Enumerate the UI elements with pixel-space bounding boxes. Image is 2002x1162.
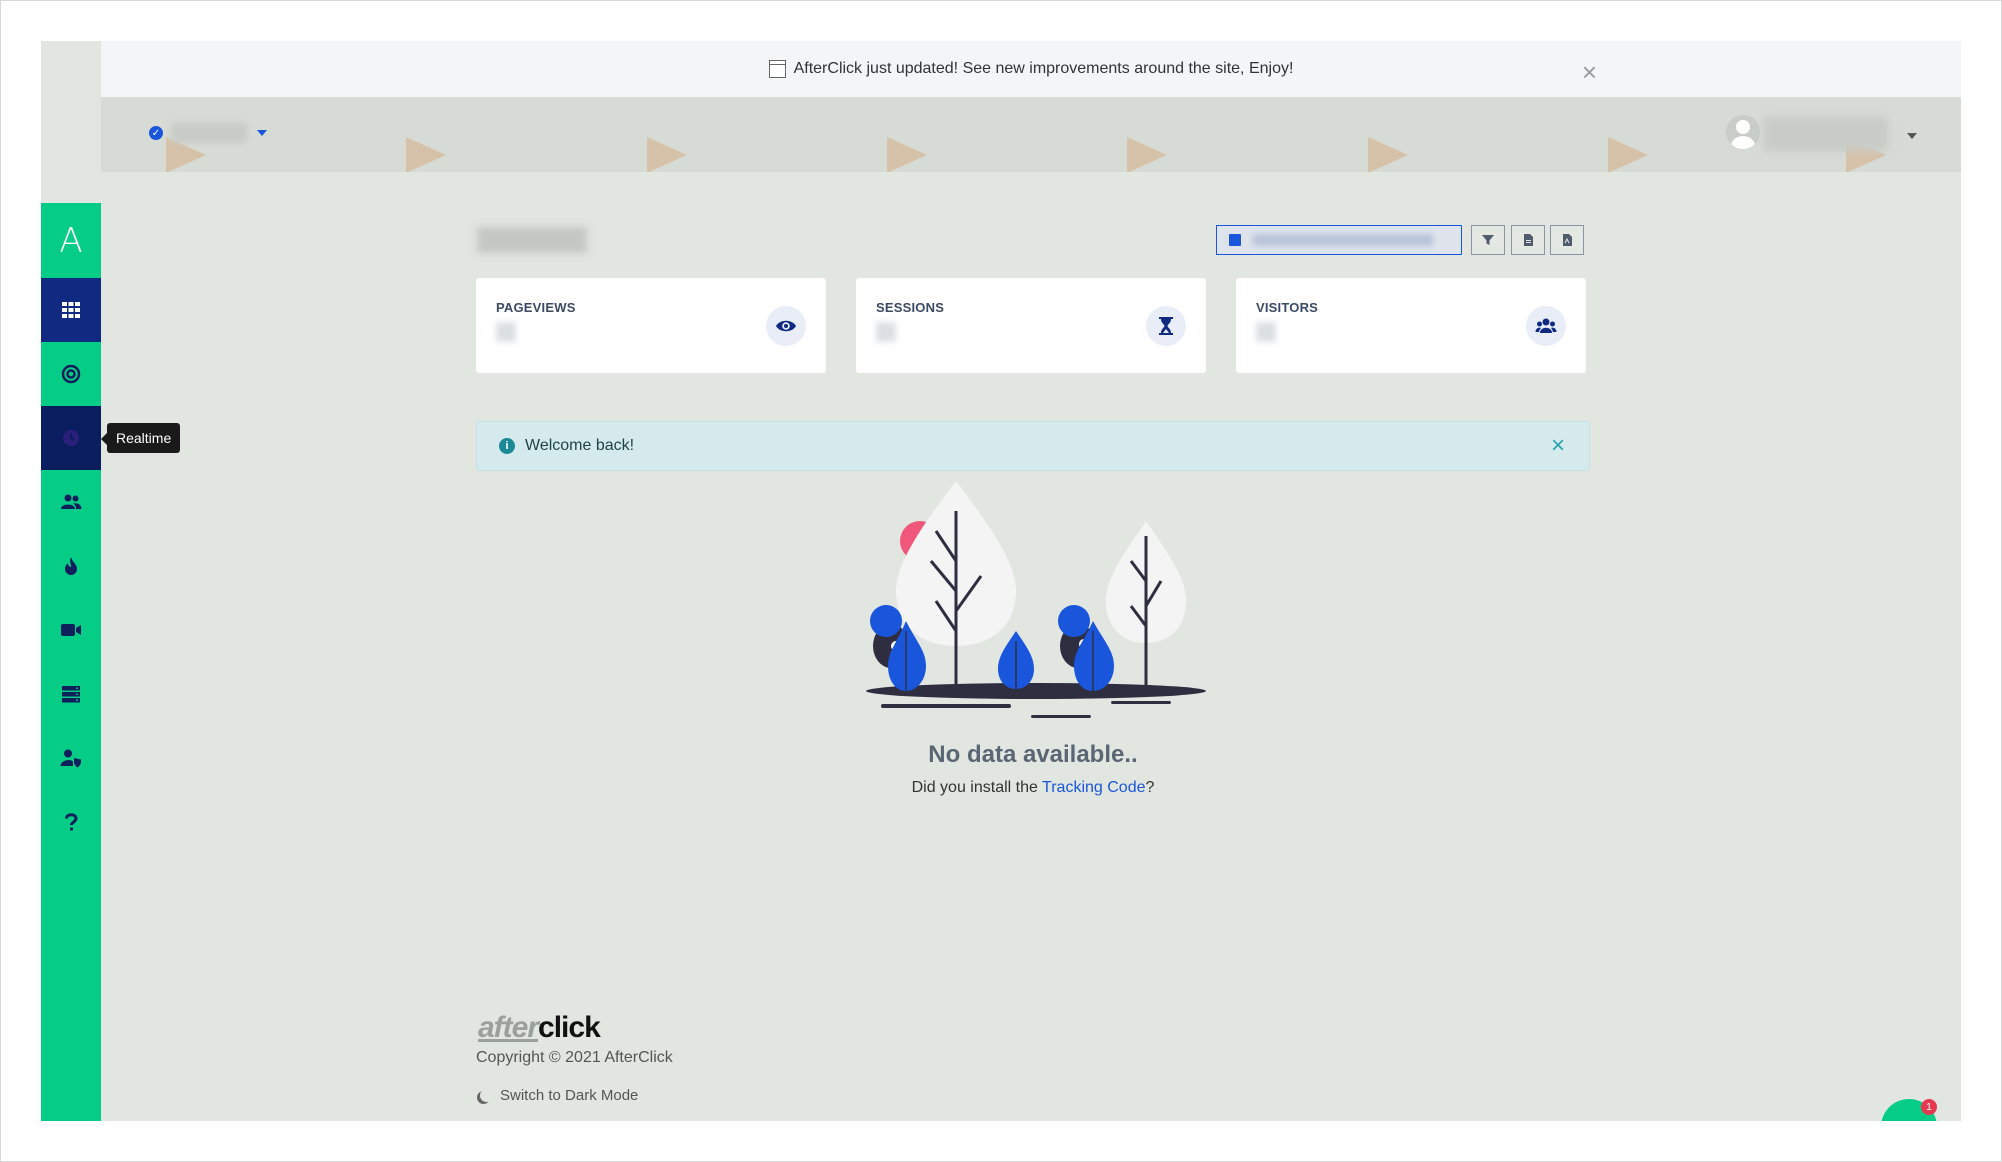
watermark-icon xyxy=(1608,137,1648,172)
stat-card-sessions: SESSIONS xyxy=(856,278,1206,373)
moon-icon xyxy=(480,1089,493,1102)
stat-value-blurred xyxy=(496,322,516,342)
calendar-icon xyxy=(1229,234,1241,246)
empty-state-illustration xyxy=(866,481,1206,718)
sidebar-item-visitors[interactable] xyxy=(41,470,101,534)
welcome-alert: i Welcome back! × xyxy=(476,421,1590,471)
sidebar-item-realtime[interactable] xyxy=(41,406,101,470)
sidebar: A xyxy=(41,203,101,1121)
filter-icon xyxy=(1482,235,1494,245)
update-notice-bar: AfterClick just updated! See new improve… xyxy=(101,41,1961,97)
sidebar-logo[interactable]: A xyxy=(41,203,101,278)
stat-value-blurred xyxy=(876,322,896,342)
sidebar-item-help[interactable] xyxy=(41,790,101,854)
welcome-alert-text: Welcome back! xyxy=(525,437,635,454)
avatar[interactable] xyxy=(1726,115,1760,149)
stat-value-blurred xyxy=(1256,322,1276,342)
filter-button[interactable] xyxy=(1471,225,1505,255)
file-csv-icon xyxy=(1524,234,1533,246)
watermark-icon xyxy=(887,137,927,172)
left-top-strip xyxy=(41,41,101,203)
newspaper-icon xyxy=(768,60,786,78)
project-selector[interactable]: ✓ xyxy=(149,123,267,143)
watermark-icon xyxy=(1368,137,1408,172)
user-menu-caret-icon[interactable] xyxy=(1907,133,1917,139)
stat-card-pageviews: PAGEVIEWS xyxy=(476,278,826,373)
video-icon xyxy=(61,624,81,636)
chevron-down-icon xyxy=(257,130,267,136)
export-csv-button[interactable] xyxy=(1511,225,1545,255)
question-icon xyxy=(65,813,78,831)
stat-card-label: PAGEVIEWS xyxy=(496,300,576,315)
copyright-text: Copyright © 2021 AfterClick xyxy=(476,1049,673,1066)
stat-card-visitors: VISITORS xyxy=(1236,278,1586,373)
sidebar-tooltip: Realtime xyxy=(100,423,181,453)
eye-icon xyxy=(776,320,796,332)
sidebar-item-heatmaps[interactable] xyxy=(41,534,101,598)
page-title-blurred xyxy=(477,227,587,253)
watermark-icon xyxy=(1127,137,1167,172)
sidebar-item-database[interactable] xyxy=(41,662,101,726)
watermark-icon xyxy=(647,137,687,172)
sidebar-item-recordings[interactable] xyxy=(41,598,101,662)
dark-mode-label: Switch to Dark Mode xyxy=(500,1087,639,1104)
tracking-hint-suffix: ? xyxy=(1145,779,1155,796)
verified-check-icon: ✓ xyxy=(149,126,163,140)
alert-close-icon[interactable]: × xyxy=(1551,432,1565,460)
user-shield-icon xyxy=(60,749,81,768)
no-data-title: No data available.. xyxy=(928,741,1138,768)
top-header: ✓ xyxy=(101,97,1961,172)
info-icon: i xyxy=(499,438,515,454)
tracking-hint: Did you install the Tracking Code? xyxy=(476,779,1590,797)
watermark-icon xyxy=(406,137,446,172)
date-range-picker[interactable] xyxy=(1216,225,1462,255)
chat-notification-badge: 1 xyxy=(1921,1099,1937,1115)
stat-card-label: VISITORS xyxy=(1256,300,1319,315)
footer-logo-part2: click xyxy=(538,1011,601,1044)
clock-icon xyxy=(63,430,79,446)
footer-logo: afterclick xyxy=(478,1011,601,1045)
users-icon xyxy=(1535,318,1557,333)
export-pdf-button[interactable] xyxy=(1550,225,1584,255)
stat-icon-container xyxy=(766,306,806,346)
project-name-blurred xyxy=(171,123,247,143)
target-icon xyxy=(61,364,81,384)
sidebar-item-dashboard[interactable] xyxy=(41,278,101,342)
stat-card-label: SESSIONS xyxy=(876,300,945,315)
app-window: AfterClick just updated! See new improve… xyxy=(41,41,1961,1121)
grid-icon xyxy=(62,302,80,318)
stat-icon-container xyxy=(1526,306,1566,346)
update-notice-text: AfterClick just updated! See new improve… xyxy=(793,60,1294,77)
notice-close-icon[interactable]: × xyxy=(1582,57,1597,88)
tracking-code-link[interactable]: Tracking Code xyxy=(1042,779,1145,796)
footer-logo-part1: after xyxy=(478,1011,539,1044)
tracking-hint-prefix: Did you install the xyxy=(911,779,1043,796)
dark-mode-toggle[interactable]: Switch to Dark Mode xyxy=(477,1087,638,1104)
users-icon xyxy=(61,494,82,509)
server-icon xyxy=(62,686,80,703)
file-pdf-icon xyxy=(1563,234,1572,246)
sidebar-item-user-privacy[interactable] xyxy=(41,726,101,790)
hourglass-icon xyxy=(1159,317,1173,335)
sidebar-item-goals[interactable] xyxy=(41,342,101,406)
date-range-blurred xyxy=(1253,234,1433,246)
user-name-blurred[interactable] xyxy=(1764,117,1888,151)
stat-icon-container xyxy=(1146,306,1186,346)
fire-icon xyxy=(65,557,77,575)
